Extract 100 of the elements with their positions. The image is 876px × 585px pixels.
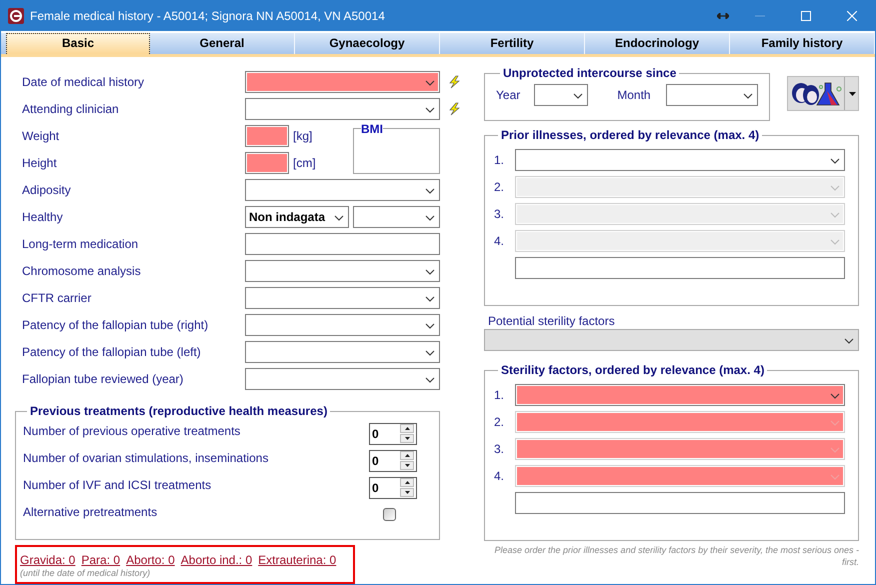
field-label: Adiposity (22, 182, 72, 199)
chevron-icon (425, 80, 435, 86)
up-arrow-icon (404, 454, 410, 457)
app-icon (8, 8, 24, 24)
field-label: Month (617, 87, 651, 104)
caret-icon (849, 92, 856, 96)
field-label: Long-term medication (22, 236, 140, 253)
tab[interactable]: Basic (6, 33, 150, 54)
dropdown-field[interactable] (245, 368, 440, 390)
row-number: 4. (494, 468, 506, 482)
group-title: Prior illnesses, ordered by relevance (max. 4) (500, 128, 760, 142)
chevron-icon (425, 323, 435, 329)
field-label: Weight (22, 128, 60, 145)
dropdown-field[interactable] (245, 260, 440, 282)
row-number: 1. (494, 388, 506, 402)
chevron-icon (830, 212, 840, 218)
field-label: Fallopian tube reviewed (year) (22, 371, 184, 388)
up-arrow-icon (404, 427, 410, 430)
chevron-icon (425, 350, 435, 356)
number-field[interactable] (245, 125, 289, 147)
field-label: Number of previous operative treatments (23, 423, 240, 440)
field-label: CFTR carrier (22, 290, 92, 307)
number-field[interactable] (245, 152, 289, 174)
dropdown-field[interactable] (515, 148, 845, 170)
chevron-icon (334, 215, 344, 221)
group-title: Sterility factors, ordered by relevance (max. 4) (500, 363, 766, 377)
text-field[interactable] (515, 492, 845, 514)
chevron-icon (742, 93, 753, 99)
note-text: (until the date of medical history) (20, 568, 152, 578)
chevron-icon (830, 184, 840, 190)
dropdown-field[interactable] (353, 206, 440, 228)
chevron-icon (830, 158, 840, 164)
chevron-icon (830, 238, 840, 244)
row-number: 3. (494, 206, 506, 220)
dropdown-field[interactable] (245, 287, 440, 309)
dropdown-field[interactable]: Non indagata (245, 206, 349, 228)
down-arrow-icon (404, 464, 410, 467)
chevron-icon (830, 392, 840, 398)
window-title: Female medical history - A50014; Signora NN A50014, VN A50014 (30, 8, 386, 22)
text-field[interactable] (515, 256, 845, 278)
dropdown-field[interactable] (534, 84, 588, 106)
summary-link[interactable]: Gravida: 0 (20, 553, 76, 567)
dropdown-field[interactable] (666, 84, 758, 106)
summary-link[interactable]: Aborto: 0 (126, 553, 175, 567)
chevron-icon (844, 338, 854, 344)
decrement-button[interactable] (400, 434, 414, 443)
chevron-icon (830, 446, 840, 452)
group-title: Previous treatments (reproductive health measures) (29, 404, 328, 418)
checkbox[interactable] (383, 508, 396, 521)
field-label: Date of medical history (22, 74, 146, 91)
row-number: 2. (494, 414, 506, 428)
up-arrow-icon (404, 481, 410, 484)
row-number: 1. (494, 152, 506, 166)
field-label: Attending clinician (22, 101, 120, 118)
row-number: 3. (494, 442, 506, 456)
field-label: Potential sterility factors (488, 313, 615, 329)
dropdown-field[interactable] (515, 384, 845, 406)
chevron-icon (573, 93, 584, 99)
field-label: Year (496, 87, 520, 104)
row-number: 2. (494, 180, 506, 194)
decrement-button[interactable] (400, 461, 414, 470)
field-label: Number of ovarian stimulations, inseminations (23, 450, 268, 467)
chevron-icon (425, 107, 435, 113)
double-arrow-icon[interactable] (717, 12, 729, 18)
unit-label: [cm] (293, 155, 316, 172)
dropdown-field[interactable] (245, 179, 440, 201)
increment-button[interactable] (400, 424, 414, 433)
down-arrow-icon (404, 437, 410, 440)
group-title: Unprotected intercourse since (502, 66, 678, 80)
bmi-label: BMI (361, 123, 383, 135)
chevron-icon (830, 474, 840, 480)
dropdown-field[interactable] (245, 314, 440, 336)
spinner-field[interactable]: 0 (369, 476, 417, 498)
dropdown-field[interactable] (245, 71, 440, 93)
dropdown-field[interactable] (245, 341, 440, 363)
summary-link[interactable]: Aborto ind.: 0 (180, 553, 252, 567)
increment-button[interactable] (400, 451, 414, 460)
chevron-icon (425, 269, 435, 275)
dropdown-field[interactable] (245, 98, 440, 120)
field-label: Alternative pretreatments (23, 504, 158, 521)
decrement-button[interactable] (400, 488, 414, 497)
close-icon (847, 10, 857, 20)
spinner-field[interactable]: 0 (369, 450, 417, 472)
summary-link[interactable]: Extrauterina: 0 (258, 553, 336, 567)
increment-button[interactable] (400, 478, 414, 487)
chevron-icon (425, 296, 435, 302)
chevron-icon (425, 377, 435, 383)
field-label: Height (22, 155, 58, 172)
hint-text: Please order the prior illnesses and sterility factors by their severity, the most serious ones - first. (494, 544, 859, 568)
text-field[interactable] (245, 233, 440, 255)
field-label: Healthy (22, 209, 64, 226)
row-number: 4. (494, 234, 506, 248)
field-label: Patency of the fallopian tube (right) (22, 317, 210, 334)
field-label: Chromosome analysis (22, 263, 142, 280)
chevron-icon (830, 420, 840, 426)
spinner-field[interactable]: 0 (369, 422, 417, 444)
field-label: Patency of the fallopian tube (left) (22, 344, 202, 361)
summary-link[interactable]: Para: 0 (81, 553, 120, 567)
field-label: Number of IVF and ICSI treatments (23, 477, 212, 494)
minimize-icon (755, 14, 765, 16)
